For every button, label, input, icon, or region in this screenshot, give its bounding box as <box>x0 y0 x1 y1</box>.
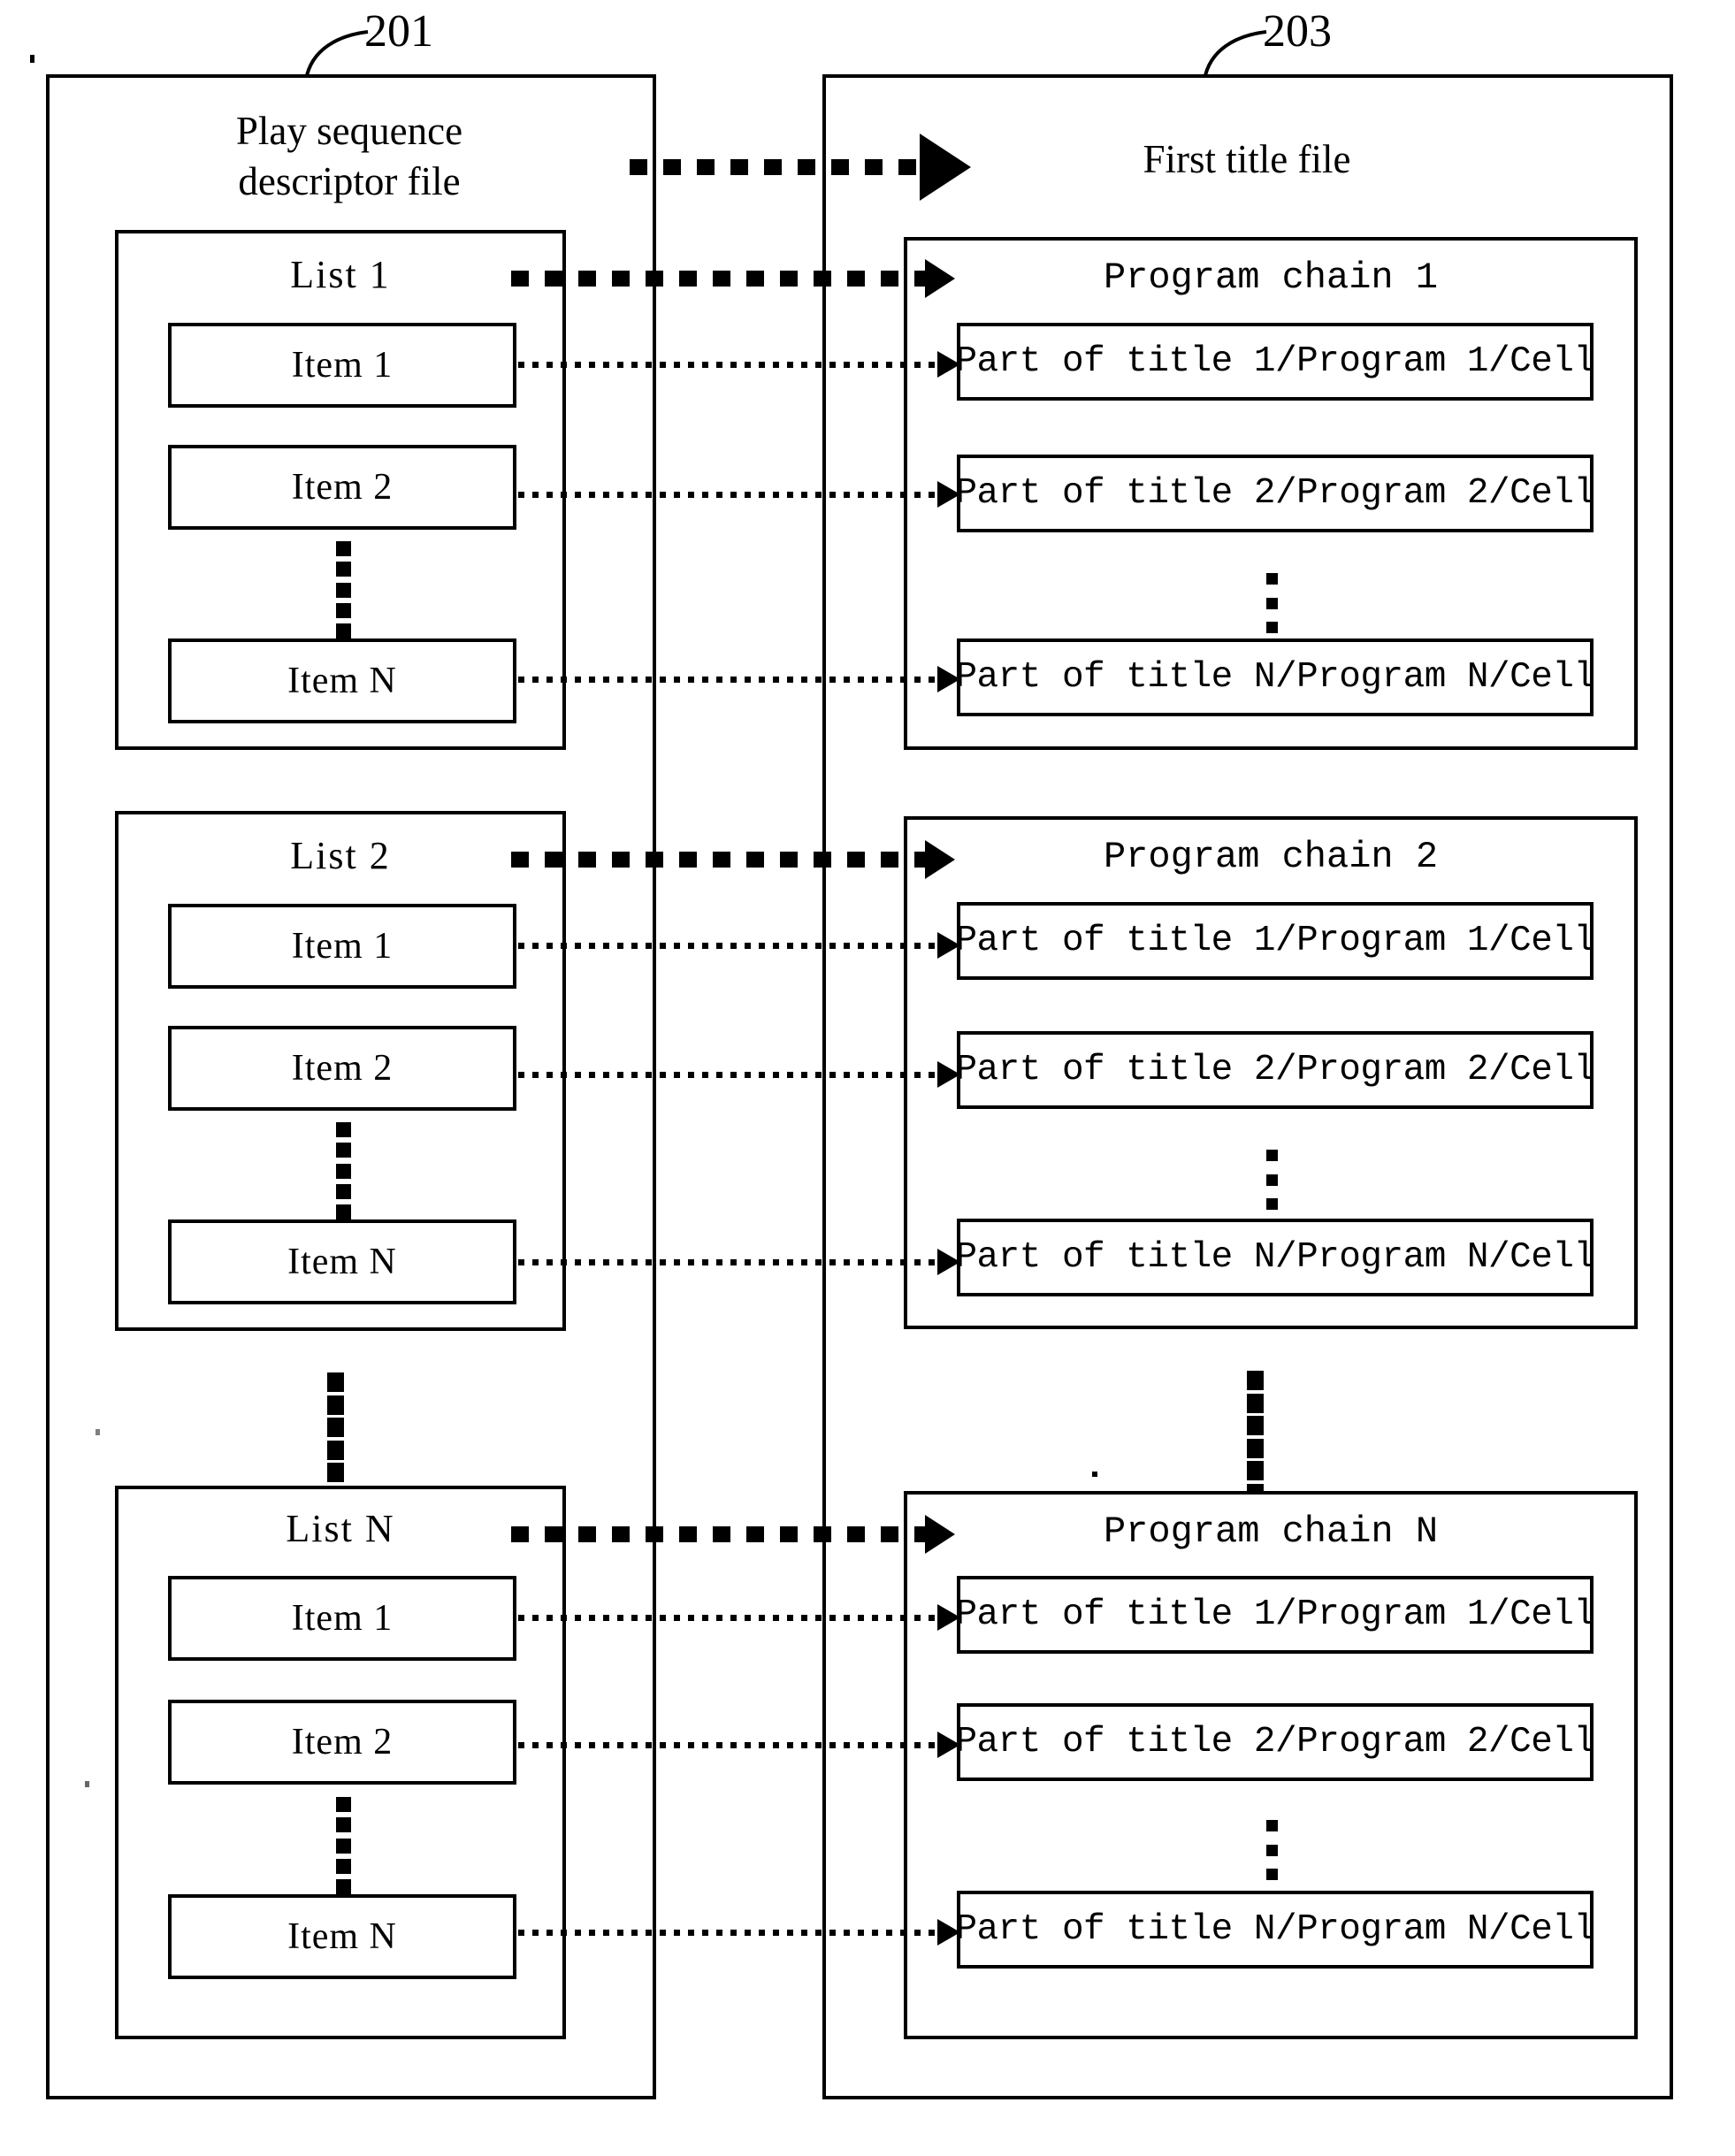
chain-1-cell-1[interactable]: Part of title 1/Program 1/Cell <box>955 323 1595 401</box>
list-1-item-1[interactable]: Item 1 <box>168 323 516 408</box>
list-1-item-1-label: Item 1 <box>291 345 394 386</box>
connector-list-1-to-chain-1-line <box>511 271 930 287</box>
list-2-item-1-label: Item 1 <box>291 926 394 967</box>
connector-list-2-item-2-arrowhead <box>937 1061 960 1088</box>
connector-file-level-line <box>630 159 923 175</box>
connector-list-n-item-n-arrowhead <box>937 1919 960 1946</box>
list-2-item-n[interactable]: Item N <box>168 1219 516 1304</box>
list-2-item-2[interactable]: Item 2 <box>168 1026 516 1111</box>
chain-n-cell-1-label: Part of title 1/Program 1/Cell <box>955 1594 1595 1635</box>
chain-n-cell-n-label: Part of title N/Program N/Cell <box>955 1909 1595 1950</box>
chain-2-cell-n[interactable]: Part of title N/Program N/Cell <box>955 1219 1595 1296</box>
connector-list-1-item-2-arrowhead <box>937 481 960 508</box>
program-chain-group-2-label: Program chain 2 <box>1103 836 1439 878</box>
chain-2-cell-1[interactable]: Part of title 1/Program 1/Cell <box>955 902 1595 980</box>
list-1-item-n-label: Item N <box>287 661 397 701</box>
play-sequence-descriptor-file-title: Play sequence descriptor file Play seque… <box>62 106 637 207</box>
connector-list-1-to-chain-1-arrowhead <box>925 259 955 298</box>
connector-list-2-to-chain-2-arrowhead <box>925 840 955 879</box>
chain-1-cell-n-label: Part of title N/Program N/Cell <box>955 657 1595 698</box>
chain-n-cell-2-label: Part of title 2/Program 2/Cell <box>955 1722 1595 1762</box>
list-1-item-2[interactable]: Item 2 <box>168 445 516 530</box>
chain-n-cell-1[interactable]: Part of title 1/Program 1/Cell <box>955 1576 1595 1654</box>
panel-title-text-line1: Play sequence <box>235 109 463 153</box>
connector-list-2-item-1-arrowhead <box>937 932 960 959</box>
connector-list-n-item-n-line <box>518 1930 944 1936</box>
list-group-1-label: List 1 <box>290 253 391 296</box>
connector-list-n-to-chain-n-line <box>511 1526 930 1542</box>
chain-2-cell-2[interactable]: Part of title 2/Program 2/Cell <box>955 1031 1595 1109</box>
chain-2-cell-2-label: Part of title 2/Program 2/Cell <box>955 1050 1595 1090</box>
panel-title-text-line2: descriptor file <box>238 159 461 203</box>
connector-list-1-item-1-arrowhead <box>937 351 960 378</box>
chain-1-cell-n[interactable]: Part of title N/Program N/Cell <box>955 638 1595 716</box>
connector-list-n-item-2-line <box>518 1742 944 1748</box>
connector-list-2-item-n-line <box>518 1259 944 1265</box>
list-n-item-1-label: Item 1 <box>291 1598 394 1639</box>
list-group-2-label: List 2 <box>290 834 391 877</box>
list-1-item-2-label: Item 2 <box>291 467 394 508</box>
scan-artifact-dot-right <box>1092 1472 1097 1477</box>
connector-list-n-item-1-line <box>518 1615 944 1621</box>
chain-1-cell-2-label: Part of title 2/Program 2/Cell <box>955 473 1595 514</box>
chain-2-cell-n-label: Part of title N/Program N/Cell <box>955 1237 1595 1278</box>
chain-1-cell-2[interactable]: Part of title 2/Program 2/Cell <box>955 455 1595 532</box>
chain-2-cell-1-label: Part of title 1/Program 1/Cell <box>955 921 1595 961</box>
right-panel-chains-ellipsis <box>1245 1371 1265 1503</box>
connector-file-level-arrowhead <box>920 134 971 201</box>
list-n-item-n-label: Item N <box>287 1916 397 1957</box>
chain-1-cell-1-label: Part of title 1/Program 1/Cell <box>955 341 1595 382</box>
connector-list-2-item-n-arrowhead <box>937 1249 960 1275</box>
connector-list-2-item-2-line <box>518 1072 944 1078</box>
chain-2-cells-ellipsis <box>1265 1150 1279 1210</box>
list-1-item-n[interactable]: Item N <box>168 638 516 723</box>
list-2-item-1[interactable]: Item 1 <box>168 904 516 989</box>
list-2-items-ellipsis <box>334 1122 352 1219</box>
list-1-items-ellipsis <box>334 541 352 638</box>
connector-list-1-item-2-line <box>518 492 944 498</box>
scan-artifact-left-margin <box>85 1781 89 1787</box>
list-2-item-n-label: Item N <box>287 1242 397 1282</box>
connector-list-n-item-2-arrowhead <box>937 1732 960 1758</box>
connector-list-n-to-chain-n-arrowhead <box>925 1515 955 1554</box>
connector-list-1-item-n-arrowhead <box>937 666 960 692</box>
scan-artifact-dot <box>30 55 34 63</box>
list-group-n-label: List N <box>286 1507 395 1550</box>
list-n-item-2-label: Item 2 <box>291 1722 394 1762</box>
list-n-items-ellipsis <box>334 1797 352 1894</box>
list-n-item-2[interactable]: Item 2 <box>168 1700 516 1785</box>
connector-list-2-item-1-line <box>518 943 944 949</box>
list-n-item-1[interactable]: Item 1 <box>168 1576 516 1661</box>
chain-n-cell-2[interactable]: Part of title 2/Program 2/Cell <box>955 1703 1595 1781</box>
program-chain-group-1-label: Program chain 1 <box>1103 256 1439 299</box>
chain-n-cell-n[interactable]: Part of title N/Program N/Cell <box>955 1891 1595 1969</box>
connector-list-2-to-chain-2-line <box>511 852 930 868</box>
program-chain-group-n-label: Program chain N <box>1103 1510 1439 1553</box>
chain-n-cells-ellipsis <box>1265 1820 1279 1880</box>
connector-list-1-item-1-line <box>518 362 944 368</box>
chain-1-cells-ellipsis <box>1265 573 1279 633</box>
scan-artifact-mid <box>96 1429 100 1435</box>
connector-list-1-item-n-line <box>518 677 944 683</box>
connector-list-n-item-1-arrowhead <box>937 1604 960 1631</box>
list-n-item-n[interactable]: Item N <box>168 1894 516 1979</box>
list-2-item-2-label: Item 2 <box>291 1048 394 1089</box>
